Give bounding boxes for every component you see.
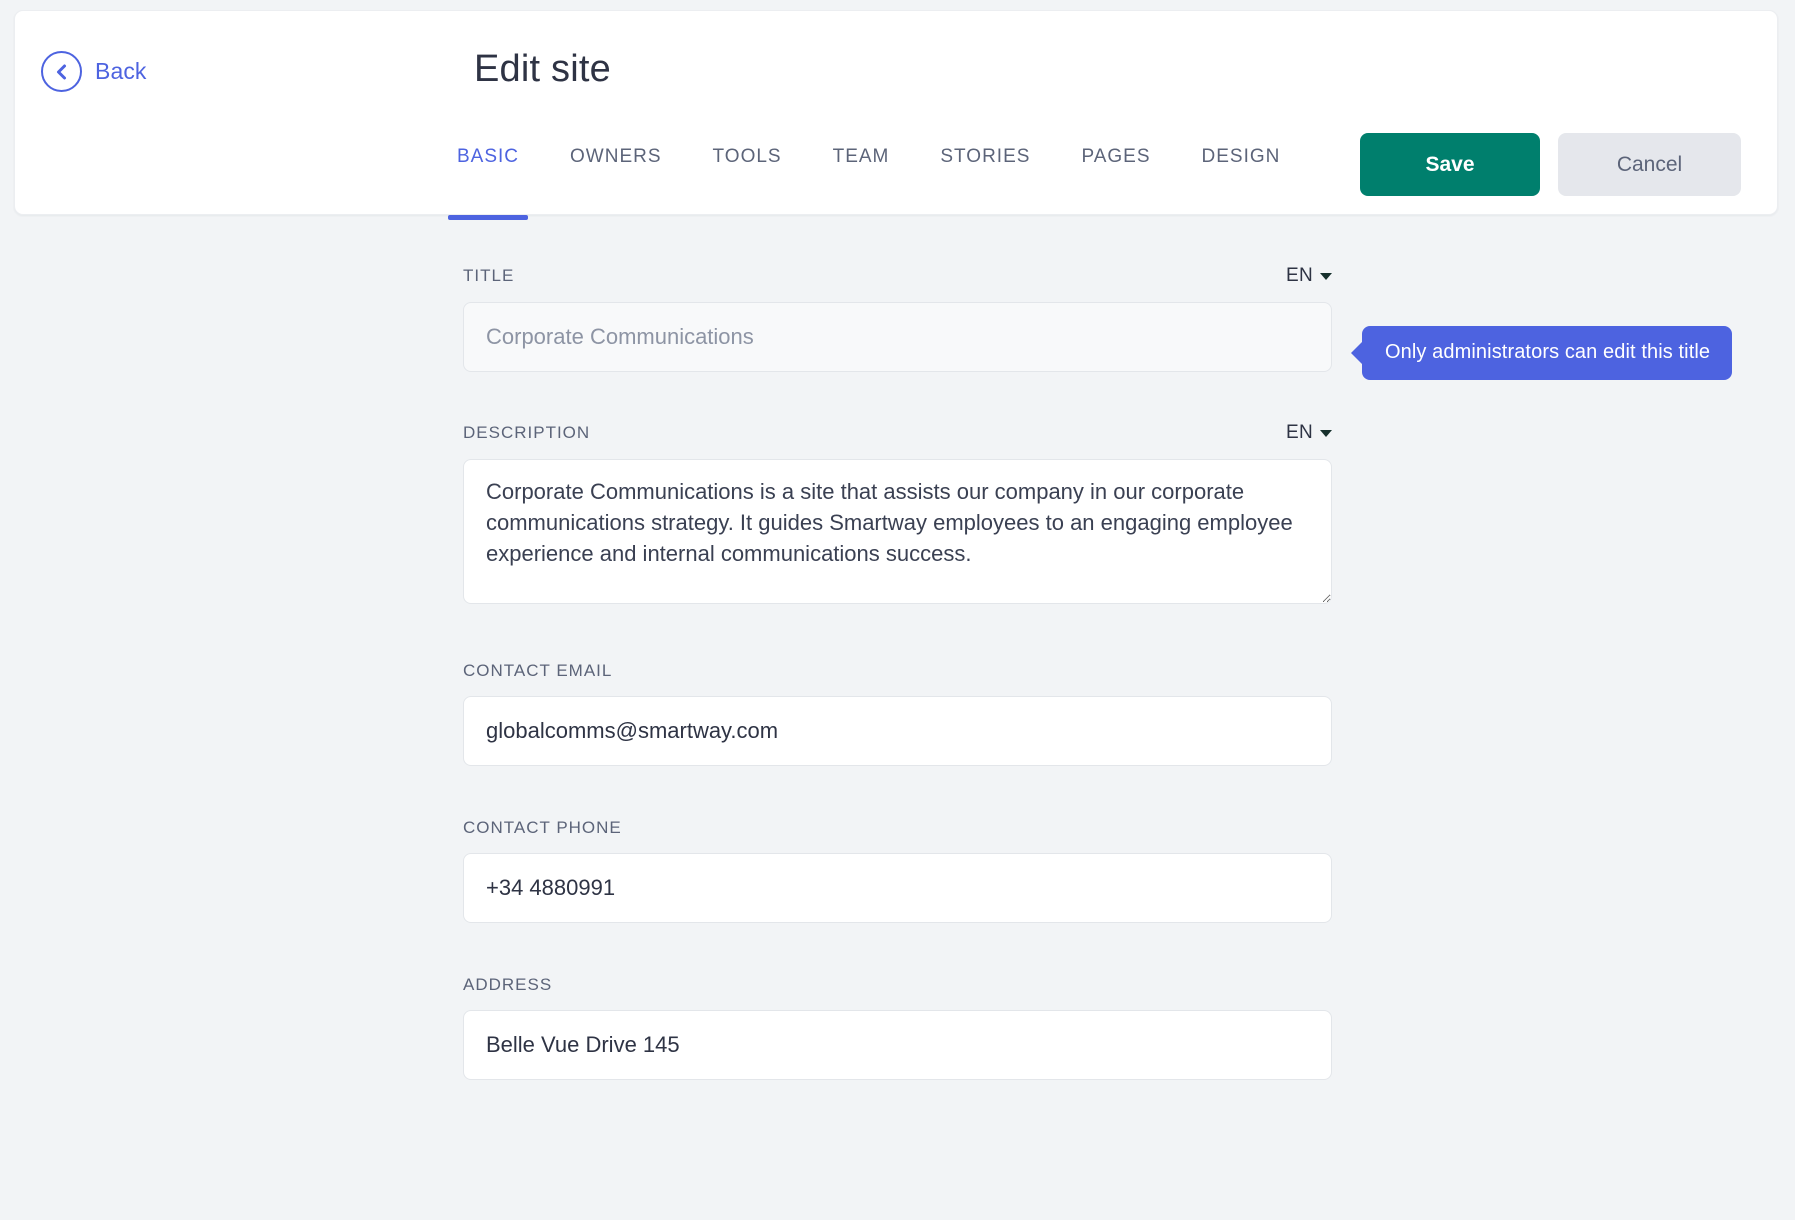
contact-phone-input[interactable]	[463, 853, 1332, 923]
field-description-label: DESCRIPTION	[463, 423, 591, 442]
field-title-header: TITLE EN	[463, 265, 1332, 287]
chevron-down-icon	[1320, 272, 1332, 280]
field-title-label: TITLE	[463, 266, 515, 285]
cancel-button[interactable]: Cancel	[1558, 133, 1741, 196]
field-address: ADDRESS	[463, 975, 1332, 1080]
tab-tools[interactable]: TOOLS	[713, 146, 782, 220]
tab-owners[interactable]: OWNERS	[570, 146, 662, 220]
address-input[interactable]	[463, 1010, 1332, 1080]
field-title: TITLE EN	[463, 265, 1332, 372]
tab-design[interactable]: DESIGN	[1202, 146, 1281, 220]
field-contact-email-label: CONTACT EMAIL	[463, 661, 613, 680]
back-label: Back	[95, 58, 147, 84]
field-contact-phone: CONTACT PHONE	[463, 818, 1332, 923]
field-contact-phone-header: CONTACT PHONE	[463, 818, 1332, 838]
title-permission-tooltip: Only administrators can edit this title	[1362, 326, 1733, 380]
tab-stories[interactable]: STORIES	[940, 146, 1030, 220]
field-contact-email: CONTACT EMAIL	[463, 661, 1332, 766]
tab-bar: BASIC OWNERS TOOLS TEAM STORIES PAGES DE…	[447, 146, 1281, 220]
tab-pages[interactable]: PAGES	[1081, 146, 1150, 220]
field-description-header: DESCRIPTION EN	[463, 422, 1332, 444]
contact-email-input[interactable]	[463, 696, 1332, 766]
site-settings-form: TITLE EN DESCRIPTION EN Corporate Commun…	[463, 265, 1332, 1080]
field-address-header: ADDRESS	[463, 975, 1332, 995]
title-language-value: EN	[1286, 265, 1313, 286]
description-textarea[interactable]: Corporate Communications is a site that …	[463, 459, 1332, 604]
field-contact-phone-label: CONTACT PHONE	[463, 818, 622, 837]
tab-team[interactable]: TEAM	[833, 146, 890, 220]
title-input[interactable]	[463, 302, 1332, 372]
field-address-label: ADDRESS	[463, 975, 553, 994]
save-button[interactable]: Save	[1360, 133, 1540, 196]
action-buttons: Save Cancel	[1360, 133, 1741, 196]
title-language-select[interactable]: EN	[1286, 265, 1332, 287]
field-contact-email-header: CONTACT EMAIL	[463, 661, 1332, 681]
chevron-left-circle-icon	[41, 51, 82, 92]
description-language-value: EN	[1286, 422, 1313, 443]
chevron-down-icon	[1320, 429, 1332, 437]
back-button[interactable]: Back	[41, 51, 147, 92]
tab-basic[interactable]: BASIC	[447, 146, 529, 220]
page-title: Edit site	[474, 48, 611, 90]
description-language-select[interactable]: EN	[1286, 422, 1332, 444]
field-description: DESCRIPTION EN Corporate Communications …	[463, 422, 1332, 609]
header-card: Back Edit site BASIC OWNERS TOOLS TEAM S…	[14, 10, 1778, 220]
